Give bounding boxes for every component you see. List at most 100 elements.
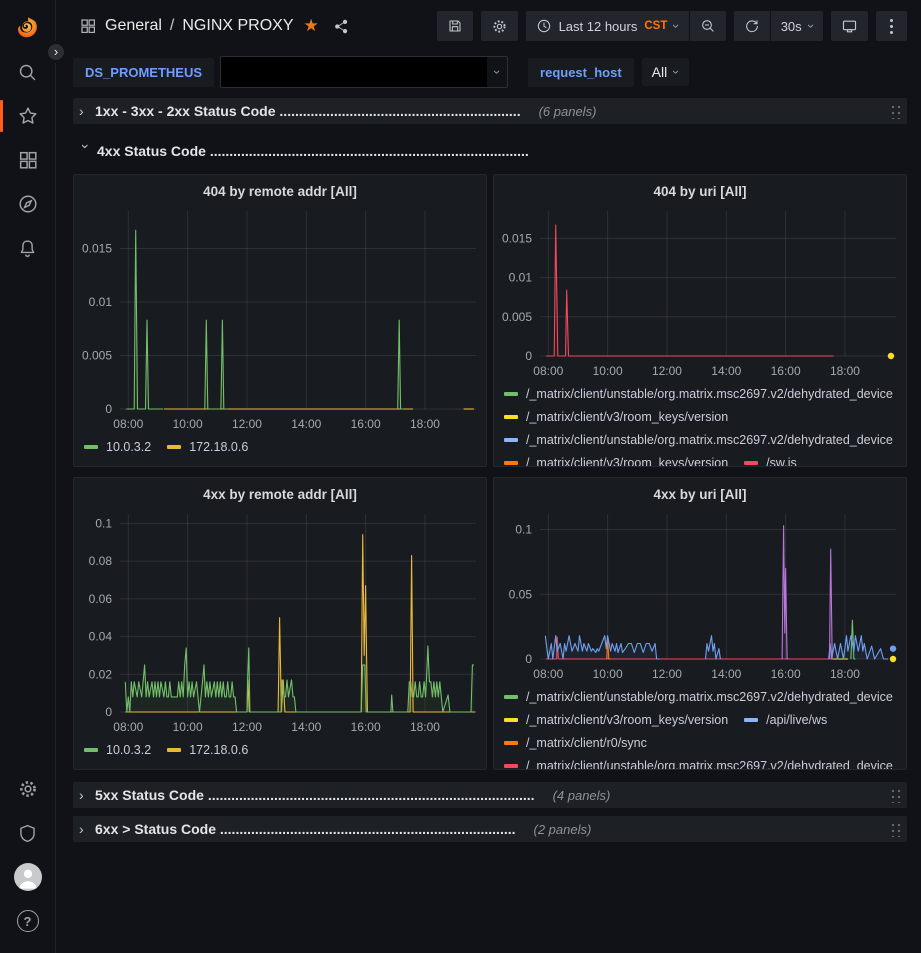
legend-series-swatch [504, 718, 518, 722]
refresh-button[interactable] [734, 11, 770, 41]
legend-item[interactable]: /_matrix/client/v3/room_keys/version [504, 456, 728, 468]
variable-value-redacted [221, 57, 487, 87]
legend-item[interactable]: 172.18.0.6 [167, 743, 248, 757]
sidebar-item-starred[interactable] [0, 94, 56, 138]
variable-select-ds-prometheus[interactable]: › [220, 56, 508, 88]
row-title-dots: ........................................… [279, 103, 520, 119]
legend-item[interactable]: /_matrix/client/unstable/org.matrix.msc2… [504, 387, 893, 401]
avatar[interactable] [0, 855, 56, 899]
sidebar-item-server-admin[interactable] [0, 811, 56, 855]
legend-series-label: 10.0.3.2 [106, 743, 151, 757]
variable-label-ds-prometheus[interactable]: DS_PROMETHEUS [73, 58, 214, 87]
breadcrumb-dashboard-title[interactable]: NGINX PROXY [182, 17, 293, 35]
variable-select-request-host[interactable]: All › [642, 58, 689, 86]
help-icon[interactable]: ? [0, 899, 56, 943]
sidebar-item-alerting[interactable] [0, 226, 56, 270]
favorite-star-icon[interactable]: ★ [304, 16, 319, 36]
row-panel-count: (4 panels) [553, 788, 611, 803]
legend-item[interactable]: /_matrix/client/v3/room_keys/version [504, 713, 728, 727]
timeseries-chart[interactable]: 00.020.040.060.080.108:0010:0012:0014:00… [74, 510, 486, 736]
svg-text:0: 0 [105, 402, 112, 416]
svg-text:08:00: 08:00 [533, 667, 563, 681]
row-header-1xx-3xx-2xx[interactable]: › 1xx - 3xx - 2xx Status Code ..........… [73, 98, 907, 124]
panel-title[interactable]: 404 by uri [All] [494, 181, 906, 207]
save-dashboard-button[interactable] [437, 11, 473, 41]
panel-title[interactable]: 404 by remote addr [All] [74, 181, 486, 207]
row-title: 4xx Status Code [97, 143, 206, 159]
svg-text:16:00: 16:00 [351, 417, 381, 431]
svg-text:0.04: 0.04 [89, 630, 113, 644]
legend-item[interactable]: /_matrix/client/r0/sync [504, 736, 647, 750]
legend-series-swatch [744, 461, 758, 465]
refresh-interval-picker[interactable]: 30s › [770, 11, 823, 41]
legend-item[interactable]: /_matrix/client/unstable/org.matrix.msc2… [504, 759, 893, 771]
panel-title[interactable]: 4xx by remote addr [All] [74, 484, 486, 510]
legend-item[interactable]: /_matrix/client/unstable/org.matrix.msc2… [504, 690, 893, 704]
dashboard-settings-button[interactable] [481, 11, 518, 41]
row-drag-handle-icon[interactable] [889, 821, 901, 837]
timeseries-chart[interactable]: 00.0050.010.01508:0010:0012:0014:0016:00… [74, 207, 486, 433]
expand-pane-button[interactable]: › [45, 41, 67, 63]
svg-text:16:00: 16:00 [771, 364, 801, 378]
legend-item[interactable]: /api/live/ws [744, 713, 827, 727]
sidebar-item-configuration[interactable] [0, 767, 56, 811]
legend-item[interactable]: /_matrix/client/v3/room_keys/version [504, 410, 728, 424]
legend-item[interactable]: /_matrix/client/unstable/org.matrix.msc2… [504, 433, 893, 447]
chevron-down-icon: › [78, 144, 94, 158]
tv-mode-button[interactable] [831, 11, 868, 41]
svg-text:0.08: 0.08 [89, 554, 113, 568]
timezone-label: CST [644, 20, 667, 32]
svg-text:18:00: 18:00 [830, 364, 860, 378]
legend-series-swatch [167, 748, 181, 752]
variable-value-request-host: All [652, 64, 668, 80]
timeseries-chart[interactable]: 00.050.108:0010:0012:0014:0016:0018:00 [494, 510, 906, 683]
breadcrumb-folder[interactable]: General [105, 17, 162, 35]
svg-text:12:00: 12:00 [232, 417, 262, 431]
svg-text:16:00: 16:00 [351, 720, 381, 734]
svg-text:10:00: 10:00 [173, 417, 203, 431]
variable-label-request-host[interactable]: request_host [528, 58, 634, 87]
more-options-kebab-icon[interactable] [876, 11, 907, 41]
legend-series-swatch [167, 445, 181, 449]
breadcrumb: General / NGINX PROXY ★ [79, 16, 350, 36]
sidebar-item-dashboards[interactable] [0, 138, 56, 182]
chevron-right-icon: › [79, 103, 95, 119]
svg-text:0.005: 0.005 [82, 348, 112, 362]
svg-text:08:00: 08:00 [533, 364, 563, 378]
svg-text:12:00: 12:00 [232, 720, 262, 734]
svg-text:0.01: 0.01 [89, 295, 113, 309]
legend-series-label: /_matrix/client/v3/room_keys/version [526, 713, 728, 727]
share-icon[interactable] [333, 18, 350, 35]
svg-text:08:00: 08:00 [113, 417, 143, 431]
sidebar-item-explore[interactable] [0, 182, 56, 226]
panel-grid: 404 by remote addr [All]00.0050.010.0150… [73, 174, 907, 770]
legend-series-swatch [504, 461, 518, 465]
timeseries-chart[interactable]: 00.0050.010.01508:0010:0012:0014:0016:00… [494, 207, 906, 380]
zoom-out-time-button[interactable] [689, 11, 726, 41]
legend-item[interactable]: /sw.js [744, 456, 797, 468]
panel-legend: 10.0.3.2 172.18.0.6 [74, 736, 486, 761]
chevron-down-icon: › [806, 24, 816, 28]
svg-text:14:00: 14:00 [711, 364, 741, 378]
legend-series-swatch [504, 764, 518, 768]
svg-text:18:00: 18:00 [830, 667, 860, 681]
dashboard-variables-bar: DS_PROMETHEUS › request_host All › [57, 52, 921, 98]
svg-text:18:00: 18:00 [410, 720, 440, 734]
row-drag-handle-icon[interactable] [889, 787, 901, 803]
legend-item[interactable]: 10.0.3.2 [84, 743, 151, 757]
time-range-picker[interactable]: Last 12 hours CST › [526, 11, 689, 41]
row-header-4xx[interactable]: › 4xx Status Code ......................… [73, 136, 907, 166]
legend-item[interactable]: 172.18.0.6 [167, 440, 248, 454]
row-panel-count: (2 panels) [534, 822, 592, 837]
row-header-6xx[interactable]: › 6xx > Status Code ....................… [73, 816, 907, 842]
svg-text:0.06: 0.06 [89, 592, 113, 606]
legend-series-label: /api/live/ws [766, 713, 827, 727]
panel-4xx-by-remote-addr-all-: 4xx by remote addr [All]00.020.040.060.0… [73, 477, 487, 770]
row-header-5xx[interactable]: › 5xx Status Code ......................… [73, 782, 907, 808]
panel-title[interactable]: 4xx by uri [All] [494, 484, 906, 510]
row-drag-handle-icon[interactable] [889, 103, 901, 119]
legend-item[interactable]: 10.0.3.2 [84, 440, 151, 454]
svg-text:0.1: 0.1 [515, 523, 532, 537]
legend-series-label: 172.18.0.6 [189, 743, 248, 757]
svg-text:0: 0 [105, 705, 112, 719]
